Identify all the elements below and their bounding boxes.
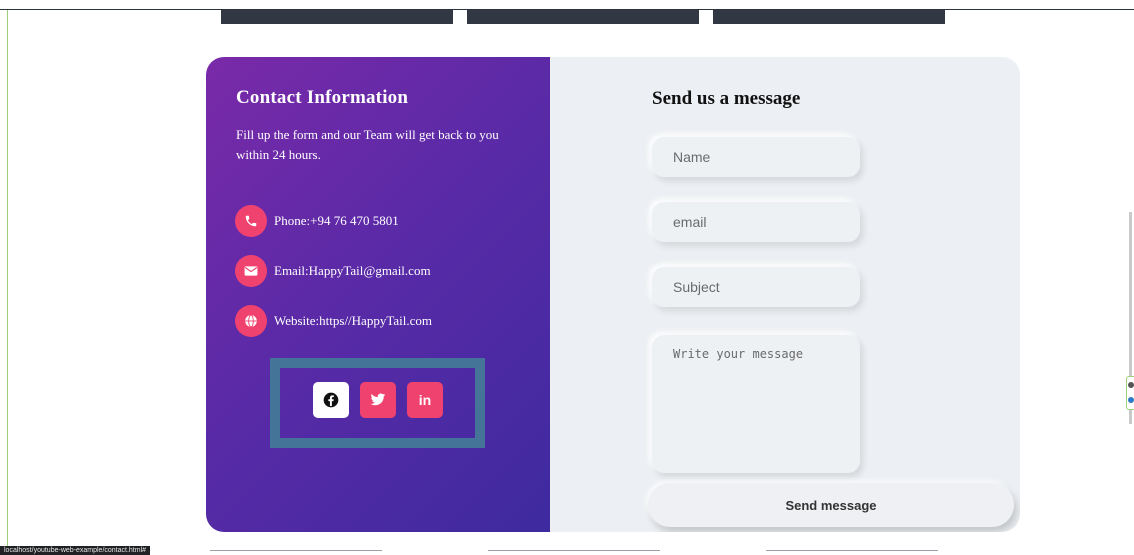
linkedin-icon: in — [418, 392, 432, 408]
window-left-border — [7, 10, 8, 555]
subject-input[interactable] — [652, 267, 860, 307]
email-text: Email:HappyTail@gmail.com — [274, 263, 431, 278]
extension-icon[interactable] — [1128, 397, 1134, 403]
message-textarea[interactable] — [652, 335, 860, 473]
email-input[interactable] — [652, 202, 860, 242]
top-nav-block-2[interactable] — [467, 10, 699, 24]
phone-row: Phone:+94 76 470 5801 — [235, 205, 399, 237]
contact-info-panel: Contact Information Fill up the form and… — [206, 57, 550, 532]
name-input[interactable] — [652, 137, 860, 177]
contact-info-description: Fill up the form and our Team will get b… — [236, 127, 499, 162]
top-nav-block-3[interactable] — [713, 10, 945, 24]
form-title: Send us a message — [652, 88, 801, 109]
email-row: Email:HappyTail@gmail.com — [235, 255, 431, 287]
envelope-icon — [235, 255, 267, 287]
status-bar-url: localhost/youtube-web-example/contact.ht… — [0, 546, 151, 555]
social-links-box: in — [270, 358, 485, 448]
footer-divider-2 — [488, 550, 660, 551]
extension-widget[interactable] — [1126, 376, 1134, 410]
send-message-button[interactable]: Send message — [648, 483, 1014, 527]
contact-info-title: Contact Information — [236, 87, 409, 108]
contact-card: Contact Information Fill up the form and… — [206, 57, 1020, 532]
website-row: Website:https//HappyTail.com — [235, 305, 432, 337]
phone-icon — [235, 205, 267, 237]
linkedin-button[interactable]: in — [407, 382, 443, 418]
footer-divider-3 — [766, 550, 938, 551]
twitter-button[interactable] — [360, 382, 396, 418]
globe-icon — [235, 305, 267, 337]
facebook-button[interactable] — [313, 382, 349, 418]
website-text: Website:https//HappyTail.com — [274, 313, 432, 328]
facebook-icon — [323, 392, 339, 408]
close-icon[interactable] — [1128, 382, 1134, 388]
twitter-icon — [370, 393, 386, 406]
top-nav-block-1[interactable] — [221, 10, 453, 24]
footer-divider-1 — [210, 550, 382, 551]
phone-text: Phone:+94 76 470 5801 — [274, 213, 399, 228]
